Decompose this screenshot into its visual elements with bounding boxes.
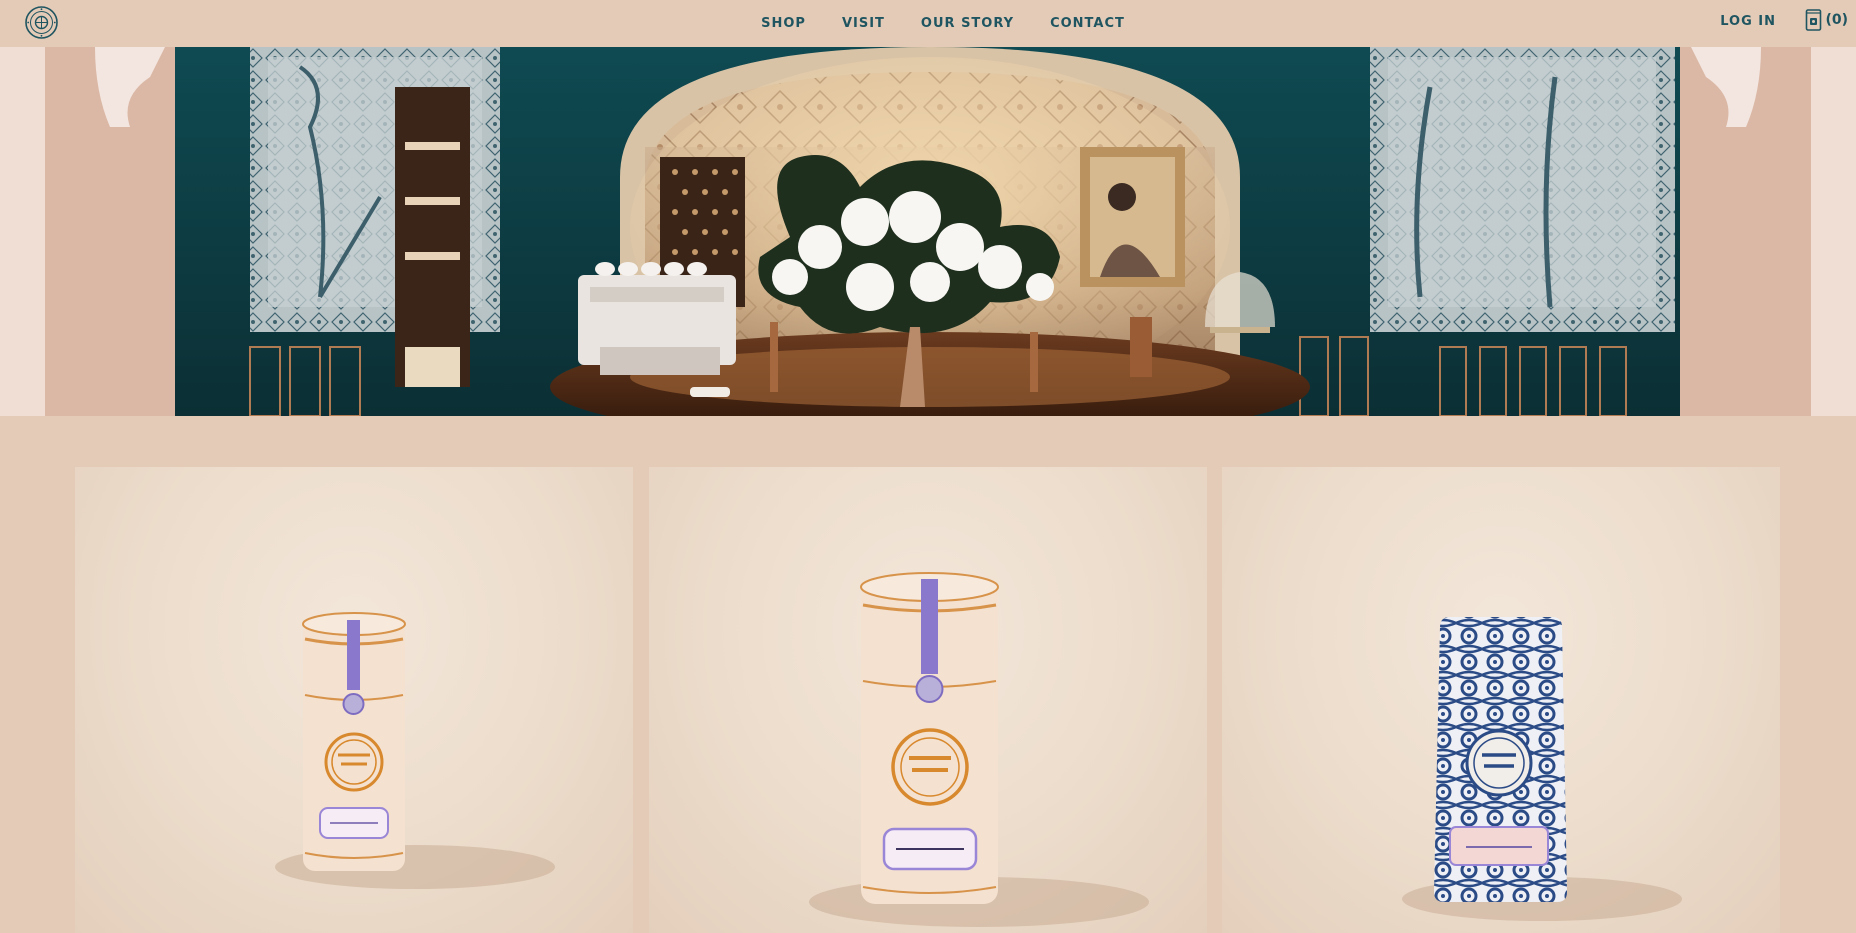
product-card-1[interactable]: [75, 467, 633, 933]
felix-seal-logo-icon: [25, 6, 58, 39]
cart-button[interactable]: (0): [1805, 8, 1848, 32]
tall-cream-tin-product-photo: [275, 612, 555, 889]
nav-our-story[interactable]: OUR STORY: [921, 16, 1014, 31]
product-card-2[interactable]: [649, 467, 1207, 933]
blue-floral-coffee-bag-product-photo: [1402, 617, 1682, 921]
product-card-3[interactable]: [1222, 467, 1780, 933]
site-header: SHOP VISIT OUR STORY CONTACT LOG IN (0): [0, 0, 1856, 47]
nav-visit[interactable]: VISIT: [842, 16, 885, 31]
main-nav: SHOP VISIT OUR STORY CONTACT: [0, 0, 1856, 47]
nav-shop[interactable]: SHOP: [761, 16, 806, 31]
brand-logo[interactable]: [25, 6, 58, 39]
cafe-interior-photo: [0, 47, 1856, 416]
login-link[interactable]: LOG IN: [1720, 14, 1776, 29]
tall-cream-tin-product-photo: [809, 572, 1149, 927]
hero-banner: [0, 47, 1856, 416]
cart-count: (0): [1825, 12, 1848, 28]
coffee-bag-cart-icon: [1806, 9, 1822, 31]
nav-contact[interactable]: CONTACT: [1050, 16, 1125, 31]
